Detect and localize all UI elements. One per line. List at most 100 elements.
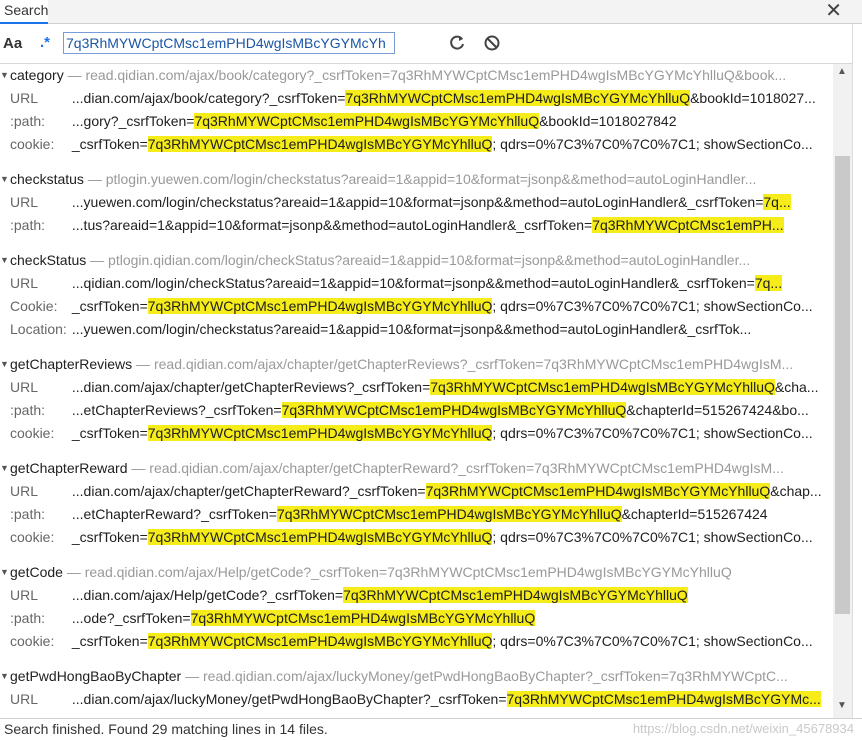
match-prefix: ...dian.com/ajax/chapter/getChapterRevie…: [71, 379, 431, 395]
match-suffix: &chap...: [770, 483, 822, 499]
match-suffix: &chapterId=515267424: [621, 506, 768, 522]
clear-icon[interactable]: [482, 33, 502, 53]
match-line[interactable]: URL ...dian.com/ajax/chapter/getChapterR…: [0, 480, 830, 503]
result-group-header[interactable]: ▼getCode — read.qidian.com/ajax/Help/get…: [0, 561, 852, 584]
match-line[interactable]: Location: ...yuewen.com/login/checkstatu…: [0, 318, 830, 341]
match-key: :path:: [10, 113, 46, 129]
match-key: URL: [10, 483, 39, 499]
match-highlight: 7q3RhMYWCptCMsc1emPHD4wgIsMBcYGYMc...: [506, 691, 821, 707]
result-group: ▼checkstatus — ptlogin.yuewen.com/login/…: [0, 168, 852, 249]
result-file-url: — ptlogin.qidian.com/login/checkStatus?a…: [86, 252, 751, 268]
match-prefix: _csrfToken=: [71, 425, 148, 441]
match-line[interactable]: :path: ...etChapterReward?_csrfToken=7q3…: [0, 503, 830, 526]
match-prefix: ...yuewen.com/login/checkstatus?areaid=1…: [71, 321, 752, 337]
match-suffix: ; qdrs=0%7C3%7C0%7C0%7C1; showSectionCo.…: [492, 529, 813, 545]
result-file-name: getCode: [10, 564, 63, 580]
match-line[interactable]: :path: ...ode?_csrfToken=7q3RhMYWCptCMsc…: [0, 607, 830, 630]
expand-triangle-icon[interactable]: ▼: [0, 64, 10, 87]
match-line[interactable]: cookie: _csrfToken=7q3RhMYWCptCMsc1emPHD…: [0, 630, 830, 653]
match-line[interactable]: URL ...dian.com/ajax/luckyMoney/getPwdHo…: [0, 688, 830, 711]
result-group-header[interactable]: ▼category — read.qidian.com/ajax/book/ca…: [0, 64, 852, 87]
match-line[interactable]: URL ...dian.com/ajax/book/category?_csrf…: [0, 87, 830, 110]
match-key: Location:: [10, 321, 67, 337]
search-toolbar: Aa .*: [0, 24, 852, 64]
match-line[interactable]: URL ...dian.com/ajax/Help/getCode?_csrfT…: [0, 584, 830, 607]
results-scrollbar[interactable]: ▲ ▼: [833, 64, 852, 718]
result-group-header[interactable]: ▼checkstatus — ptlogin.yuewen.com/login/…: [0, 168, 852, 191]
result-group: ▼getPwdHongBaoByChapter — read.qidian.co…: [0, 665, 852, 718]
watermark: https://blog.csdn.net/weixin_45678934: [632, 721, 854, 736]
result-group: ▼checkStatus — ptlogin.qidian.com/login/…: [0, 249, 852, 353]
match-prefix: ...dian.com/ajax/luckyMoney/getPwdHongBa…: [71, 691, 507, 707]
result-group-header[interactable]: ▼getPwdHongBaoByChapter — read.qidian.co…: [0, 665, 852, 688]
match-suffix: &chapterId=515267424&bo...: [626, 402, 809, 418]
result-file-url: — read.qidian.com/ajax/book/category?_cs…: [63, 67, 787, 83]
expand-triangle-icon[interactable]: ▼: [0, 249, 10, 272]
expand-triangle-icon[interactable]: ▼: [0, 665, 10, 688]
match-highlight: 7q3RhMYWCptCMsc1emPHD4wgIsMBcYGYMcYhlluQ: [147, 633, 493, 649]
match-line[interactable]: URL ...qidian.com/login/checkStatus?area…: [0, 272, 830, 295]
regex-toggle-button[interactable]: .*: [40, 34, 50, 51]
match-line[interactable]: URL ...yuewen.com/login/checkstatus?area…: [0, 191, 830, 214]
match-highlight: 7q3RhMYWCptCMsc1emPHD4wgIsMBcYGYMcYhlluQ: [425, 483, 771, 499]
match-line[interactable]: :path: ...tus?areaid=1&appid=10&format=j…: [0, 214, 830, 237]
match-highlight: 7q3RhMYWCptCMsc1emPHD4wgIsMBcYGYMcYhlluQ: [147, 298, 493, 314]
match-key: :path:: [10, 402, 46, 418]
match-key: URL: [10, 587, 39, 603]
match-prefix: _csrfToken=: [71, 633, 148, 649]
expand-triangle-icon[interactable]: ▼: [0, 561, 10, 584]
refresh-icon[interactable]: [447, 33, 467, 53]
expand-triangle-icon[interactable]: ▼: [0, 457, 10, 480]
match-line[interactable]: cookie: _csrfToken=7q3RhMYWCptCMsc1emPHD…: [0, 526, 830, 549]
tab-search[interactable]: Search: [0, 0, 48, 24]
match-key: URL: [10, 90, 39, 106]
match-suffix: ; qdrs=0%7C3%7C0%7C0%7C1; showSectionCo.…: [492, 298, 813, 314]
result-group: ▼category — read.qidian.com/ajax/book/ca…: [0, 64, 852, 168]
match-highlight: 7q3RhMYWCptCMsc1emPHD4wgIsMBcYGYMcYhlluQ: [147, 136, 493, 152]
match-case-button[interactable]: Aa: [3, 35, 22, 52]
match-prefix: ...dian.com/ajax/book/category?_csrfToke…: [71, 90, 346, 106]
result-group-header[interactable]: ▼getChapterReward — read.qidian.com/ajax…: [0, 457, 852, 480]
match-highlight: 7q3RhMYWCptCMsc1emPHD4wgIsMBcYGYMcYhlluQ: [345, 90, 691, 106]
match-suffix: ; qdrs=0%7C3%7C0%7C0%7C1; showSectionCo.…: [492, 633, 813, 649]
match-key: Cookie:: [10, 298, 58, 314]
match-line[interactable]: URL ...dian.com/ajax/chapter/getChapterR…: [0, 376, 830, 399]
result-file-url: — read.qidian.com/ajax/chapter/getChapte…: [132, 356, 794, 372]
match-key: :path:: [10, 610, 46, 626]
result-group-header[interactable]: ▼checkStatus — ptlogin.qidian.com/login/…: [0, 249, 852, 272]
match-suffix: ; qdrs=0%7C3%7C0%7C0%7C1; showSectionCo.…: [492, 425, 813, 441]
search-results: ▼category — read.qidian.com/ajax/book/ca…: [0, 64, 852, 718]
match-key: URL: [10, 691, 39, 707]
status-bar: Search finished. Found 29 matching lines…: [0, 718, 862, 740]
match-line[interactable]: :path: ...gory?_csrfToken=7q3RhMYWCptCMs…: [0, 110, 830, 133]
match-line[interactable]: :path: ...etChapterReviews?_csrfToken=7q…: [0, 399, 830, 422]
match-key: URL: [10, 379, 39, 395]
match-highlight: 7q...: [754, 275, 783, 291]
match-suffix: ; qdrs=0%7C3%7C0%7C0%7C1; showSectionCo.…: [492, 136, 813, 152]
match-key: URL: [10, 275, 39, 291]
match-line[interactable]: Cookie: _csrfToken=7q3RhMYWCptCMsc1emPHD…: [0, 295, 830, 318]
close-icon[interactable]: ✕: [825, 1, 842, 21]
match-key: cookie:: [10, 633, 55, 649]
result-file-url: — ptlogin.yuewen.com/login/checkstatus?a…: [83, 171, 757, 187]
match-suffix: &bookId=1018027842: [539, 113, 677, 129]
search-input[interactable]: [63, 32, 395, 54]
match-highlight: 7q3RhMYWCptCMsc1emPH...: [592, 217, 784, 233]
scroll-down-icon[interactable]: ▼: [837, 700, 847, 711]
result-group-header[interactable]: ▼getChapterReviews — read.qidian.com/aja…: [0, 353, 852, 376]
match-prefix: ...dian.com/ajax/Help/getCode?_csrfToken…: [71, 587, 344, 603]
match-highlight: 7q...: [763, 194, 791, 210]
match-prefix: ...etChapterReward?_csrfToken=: [71, 506, 277, 522]
expand-triangle-icon[interactable]: ▼: [0, 353, 10, 376]
scrollbar-thumb[interactable]: [835, 156, 850, 614]
expand-triangle-icon[interactable]: ▼: [0, 168, 10, 191]
match-line[interactable]: cookie: _csrfToken=7q3RhMYWCptCMsc1emPHD…: [0, 133, 830, 156]
match-highlight: 7q3RhMYWCptCMsc1emPHD4wgIsMBcYGYMcYhlluQ: [190, 610, 536, 626]
match-highlight: 7q3RhMYWCptCMsc1emPHD4wgIsMBcYGYMcYhlluQ: [194, 113, 540, 129]
match-highlight: 7q3RhMYWCptCMsc1emPHD4wgIsMBcYGYMcYhlluQ: [276, 506, 622, 522]
match-key: :path:: [10, 217, 46, 233]
match-line[interactable]: cookie: _csrfToken=7q3RhMYWCptCMsc1emPHD…: [0, 422, 830, 445]
match-key: cookie:: [10, 136, 55, 152]
scroll-up-icon[interactable]: ▲: [837, 66, 847, 77]
match-highlight: 7q3RhMYWCptCMsc1emPHD4wgIsMBcYGYMcYhlluQ: [147, 425, 493, 441]
